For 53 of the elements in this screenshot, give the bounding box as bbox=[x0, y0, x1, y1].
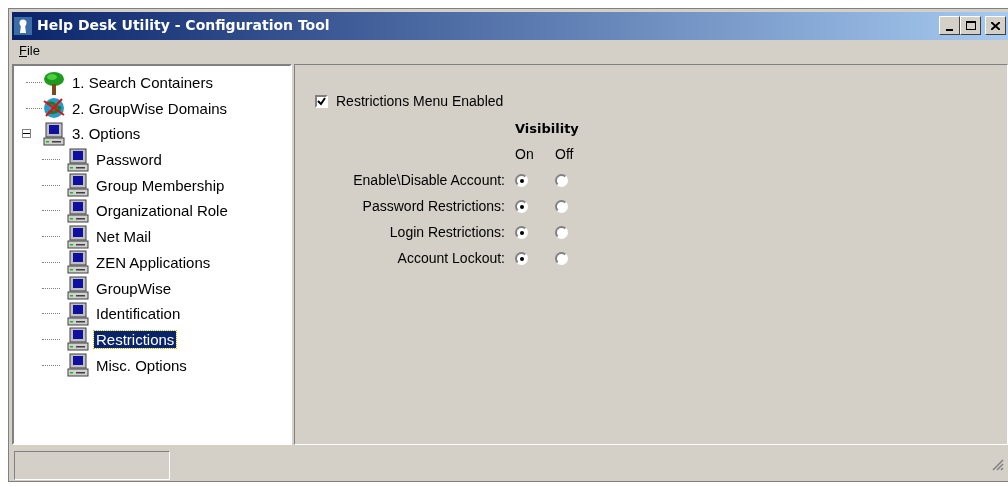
computer-icon bbox=[66, 224, 90, 249]
computer-icon bbox=[66, 353, 90, 378]
field-label: Password Restrictions: bbox=[362, 197, 505, 217]
radio-button[interactable] bbox=[515, 174, 528, 188]
radio-button[interactable] bbox=[555, 200, 568, 214]
group-heading: Visibility bbox=[515, 119, 580, 138]
tree-item[interactable]: Net Mail bbox=[94, 228, 153, 246]
tree-item[interactable]: GroupWise bbox=[94, 279, 174, 297]
computer-icon bbox=[42, 121, 66, 146]
tree-item[interactable]: ZEN Applications bbox=[94, 253, 213, 271]
tree-item[interactable]: 3. Options bbox=[70, 125, 143, 143]
checkbox-label: Restrictions Menu Enabled bbox=[336, 91, 504, 111]
checkmark-icon bbox=[317, 96, 326, 106]
collapse-toggle[interactable] bbox=[22, 129, 31, 139]
radio-button[interactable] bbox=[515, 200, 528, 214]
computer-icon bbox=[66, 250, 90, 275]
tree-item[interactable]: Password bbox=[94, 151, 164, 169]
tree-item[interactable]: 2. GroupWise Domains bbox=[70, 99, 230, 117]
radio-button[interactable] bbox=[515, 252, 528, 266]
tree-item[interactable]: Misc. Options bbox=[94, 356, 189, 374]
computer-icon bbox=[66, 147, 90, 172]
tree-item[interactable]: Identification bbox=[94, 305, 183, 323]
keyhole-icon bbox=[14, 16, 32, 35]
maximize-icon bbox=[965, 21, 976, 31]
tree-icon bbox=[42, 70, 66, 95]
computer-icon bbox=[66, 173, 90, 198]
tree-item[interactable]: Restrictions bbox=[94, 330, 177, 348]
column-header: On bbox=[515, 145, 534, 165]
close-icon bbox=[991, 21, 1000, 30]
globe-icon bbox=[42, 96, 66, 121]
computer-icon bbox=[66, 198, 90, 223]
close-button[interactable] bbox=[985, 16, 1006, 36]
resize-grip-icon[interactable] bbox=[992, 459, 1004, 472]
field-label: Account Lockout: bbox=[397, 249, 505, 269]
field-label: Login Restrictions: bbox=[389, 223, 505, 243]
minimize-button[interactable] bbox=[939, 16, 960, 36]
computer-icon bbox=[66, 276, 90, 300]
checkbox[interactable] bbox=[315, 94, 328, 108]
radio-button[interactable] bbox=[555, 174, 568, 188]
radio-button[interactable] bbox=[555, 226, 568, 240]
menu-item[interactable]: File bbox=[16, 41, 43, 61]
maximize-button[interactable] bbox=[960, 16, 981, 36]
column-header: Off bbox=[555, 145, 574, 165]
computer-icon bbox=[66, 327, 90, 352]
tree-item[interactable]: Group Membership bbox=[94, 176, 227, 194]
tree-item[interactable]: 1. Search Containers bbox=[70, 74, 215, 91]
tree-item[interactable]: Organizational Role bbox=[94, 202, 230, 220]
minimize-icon bbox=[946, 28, 953, 31]
radio-button[interactable] bbox=[555, 252, 568, 266]
field-label: Enable\Disable Account: bbox=[353, 171, 505, 191]
computer-icon bbox=[66, 301, 90, 326]
radio-button[interactable] bbox=[515, 226, 528, 240]
window-title: Help Desk Utility - Configuration Tool bbox=[37, 16, 330, 36]
